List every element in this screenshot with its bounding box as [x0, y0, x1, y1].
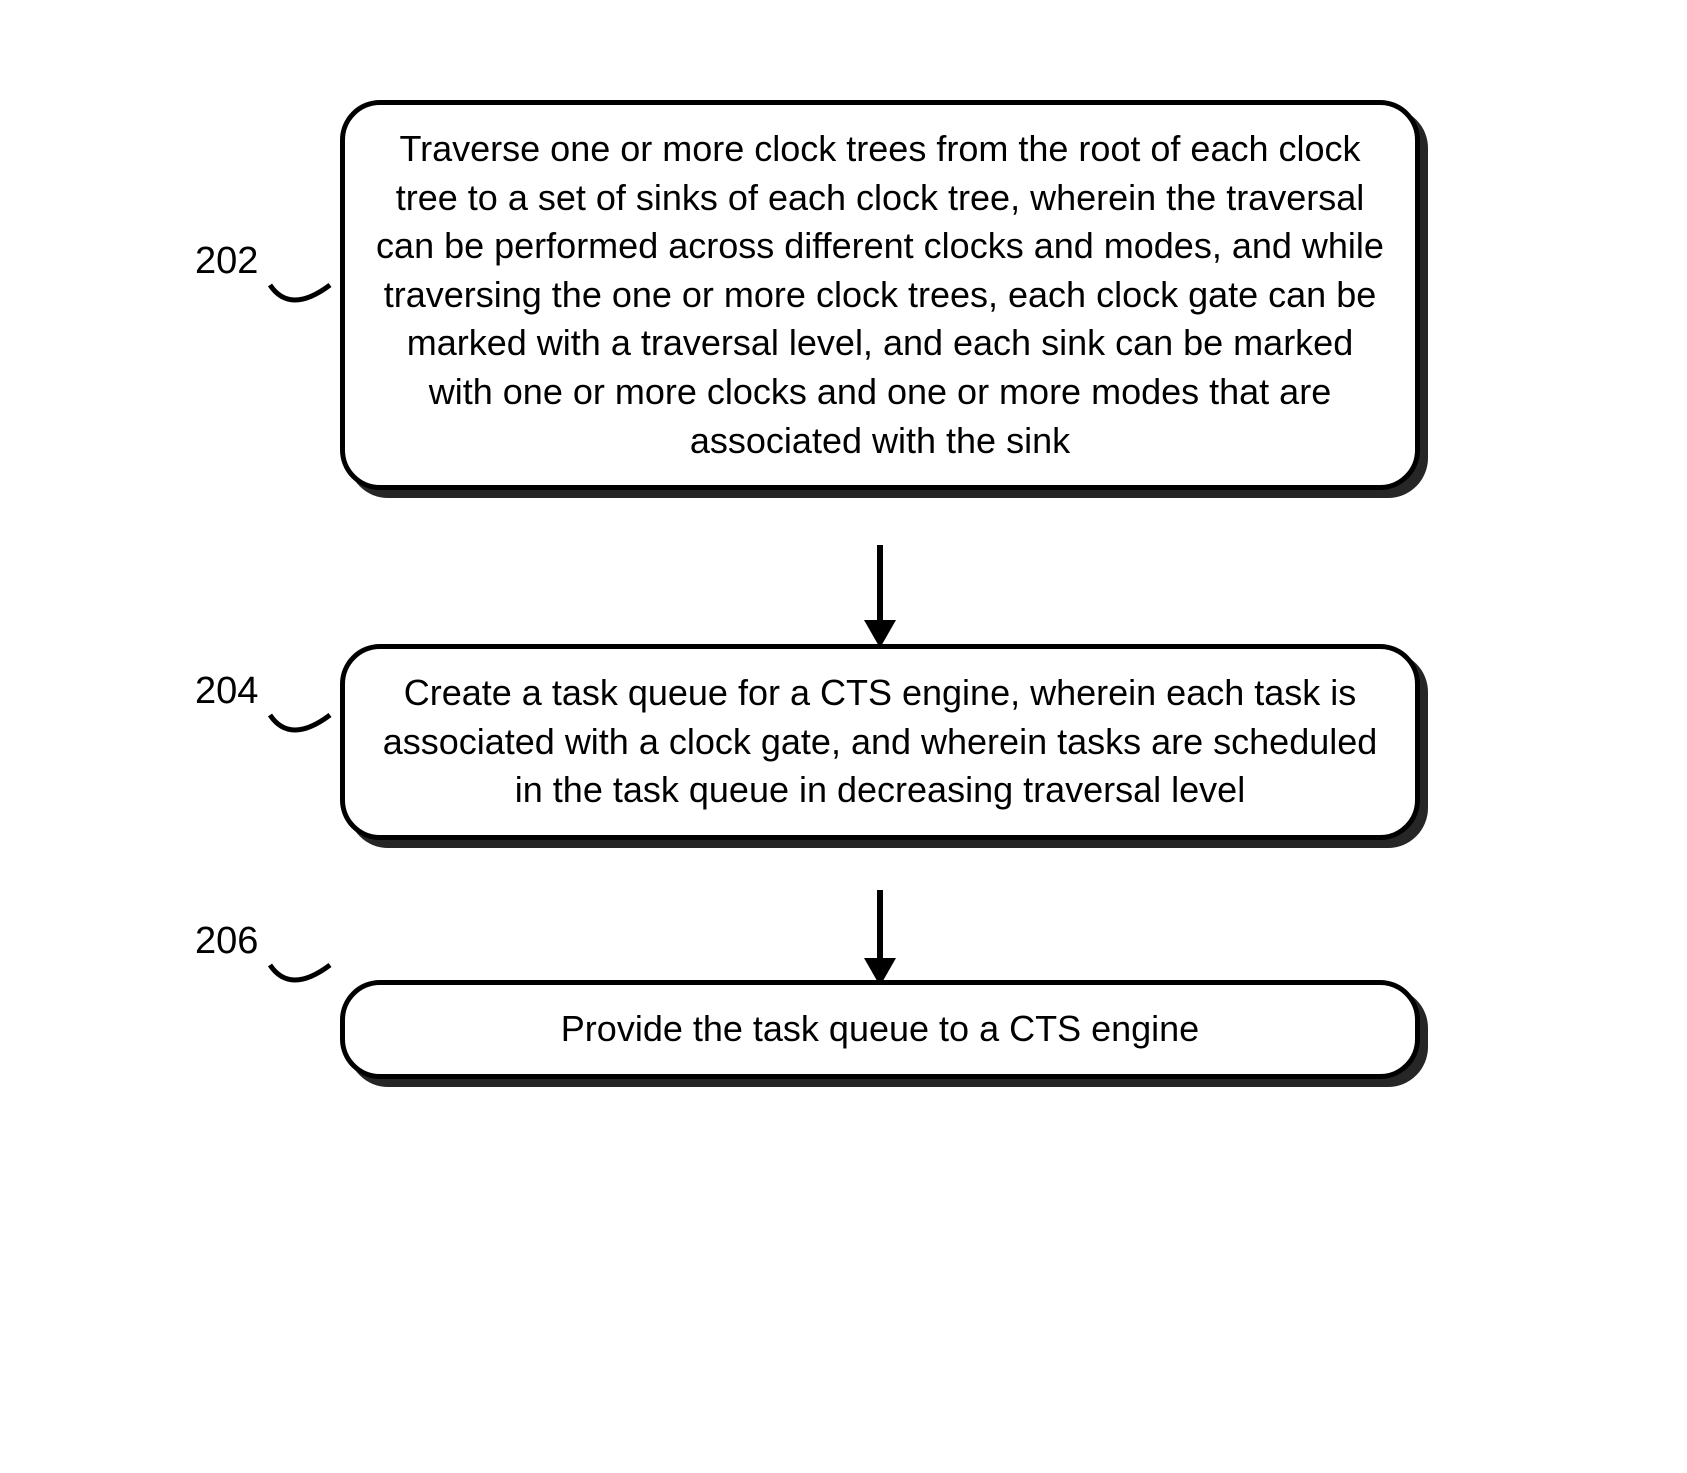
step-label-202: 202 — [195, 240, 258, 283]
label-connector-202 — [260, 255, 350, 320]
step-text-202: Traverse one or more clock trees from th… — [376, 128, 1384, 461]
step-label-206: 206 — [195, 920, 258, 963]
label-connector-204 — [260, 685, 350, 750]
step-box-206: Provide the task queue to a CTS engine — [340, 980, 1420, 1079]
arrow-204-206 — [864, 890, 896, 986]
step-box-202: Traverse one or more clock trees from th… — [340, 100, 1420, 490]
step-label-204: 204 — [195, 670, 258, 713]
step-text-206: Provide the task queue to a CTS engine — [561, 1008, 1199, 1049]
label-connector-206 — [260, 935, 350, 1000]
arrow-202-204 — [864, 545, 896, 648]
step-text-204: Create a task queue for a CTS engine, wh… — [383, 672, 1378, 810]
step-box-204: Create a task queue for a CTS engine, wh… — [340, 644, 1420, 840]
